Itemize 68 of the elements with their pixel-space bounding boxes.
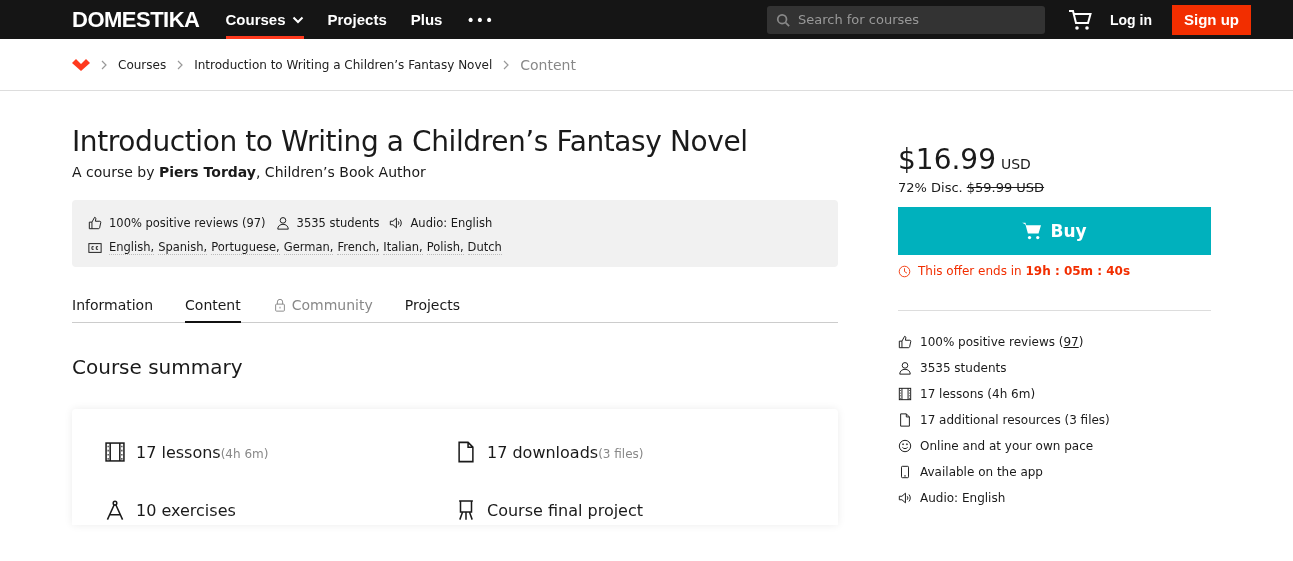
price: $16.99 — [898, 143, 996, 176]
thumb-icon — [898, 335, 912, 349]
more-button[interactable]: ••• — [466, 0, 495, 39]
summary-text: 17 lessons(4h 6m) — [136, 442, 269, 462]
feature-text: 17 additional resources (3 files) — [920, 413, 1110, 427]
phone-icon — [898, 465, 912, 479]
tab[interactable]: Information — [72, 289, 154, 323]
stat-text: 3535 students — [296, 216, 380, 230]
compass-icon — [104, 499, 126, 521]
subtitle-language[interactable]: French, — [337, 240, 380, 255]
summary-text: 17 downloads(3 files) — [487, 442, 644, 462]
feature-text: 17 lessons (4h 6m) — [920, 387, 1036, 401]
audio-icon — [898, 491, 912, 505]
feature-text: Available on the app — [920, 465, 1043, 479]
section-title: Course summary — [72, 355, 244, 379]
file-icon — [455, 441, 477, 463]
subtitle-language[interactable]: Portuguese, — [211, 240, 280, 255]
tab[interactable]: Projects — [404, 289, 460, 323]
feature-text: 100% positive reviews (97) — [920, 335, 1084, 349]
tab[interactable]: Content — [185, 289, 241, 323]
film-icon — [104, 441, 126, 463]
subtitle-language[interactable]: English, — [109, 240, 155, 255]
feature-text: Online and at your own pace — [920, 439, 1094, 453]
breadcrumb-link[interactable]: Courses — [118, 57, 167, 72]
offer-text: This offer ends in 19h : 05m : 40s — [918, 264, 1131, 278]
subtitle-language[interactable]: Dutch — [467, 240, 502, 255]
currency: USD — [1001, 156, 1031, 172]
chevron-right-icon — [100, 59, 108, 70]
cc-icon — [88, 240, 102, 255]
chevron-right-icon — [502, 59, 511, 70]
stat-text: 100% positive reviews (97) — [109, 216, 266, 230]
clock-icon — [898, 264, 911, 278]
chevron-right-icon — [176, 59, 185, 70]
thumb-icon — [88, 216, 102, 230]
user-icon — [898, 361, 912, 375]
summary-text: Course final project — [487, 500, 644, 520]
summary-text: 10 exercises — [136, 500, 236, 520]
breadcrumb-link[interactable]: Introduction to Writing a Children’s Fantasy Novel — [194, 57, 493, 72]
home-icon[interactable] — [72, 57, 90, 72]
subtitle-language[interactable]: German, — [283, 240, 334, 255]
nav-link[interactable]: Plus — [410, 0, 443, 39]
tab[interactable]: Community — [272, 289, 373, 323]
file-icon — [898, 413, 912, 427]
course-title: Introduction to Writing a Children’s Fantasy Novel — [72, 125, 749, 158]
lock-icon — [272, 298, 287, 312]
audio-icon — [389, 216, 404, 230]
cart-icon[interactable] — [1068, 8, 1092, 31]
nav-link[interactable]: Courses — [225, 0, 304, 39]
signup-button[interactable]: Sign up — [1172, 4, 1251, 35]
subtitle-language[interactable]: Italian, — [383, 240, 423, 255]
user-icon — [275, 216, 290, 230]
search-icon — [776, 12, 790, 27]
smile-icon — [898, 439, 912, 453]
cart-icon — [1022, 222, 1043, 240]
feature-text: 3535 students — [920, 361, 1007, 375]
subtitle-language[interactable]: Spanish, — [158, 240, 208, 255]
login-link[interactable]: Log in — [1110, 11, 1152, 28]
original-price: $59.99 USD — [966, 180, 1045, 195]
domestika-logo[interactable]: DOMESTIKA — [72, 6, 200, 33]
search-field[interactable]: Search for courses — [767, 5, 1045, 34]
stat-text: Audio: English — [410, 216, 493, 230]
nav-link[interactable]: Projects — [327, 0, 387, 39]
film-icon — [898, 387, 912, 401]
breadcrumb-link[interactable]: Content — [520, 56, 576, 73]
feature-text: Audio: English — [920, 491, 1006, 505]
subtitle-language[interactable]: Polish, — [426, 240, 464, 255]
discount-text: 72% Disc. — [898, 180, 963, 195]
course-author: A course by Piers Torday, Children’s Book Author — [72, 164, 427, 180]
